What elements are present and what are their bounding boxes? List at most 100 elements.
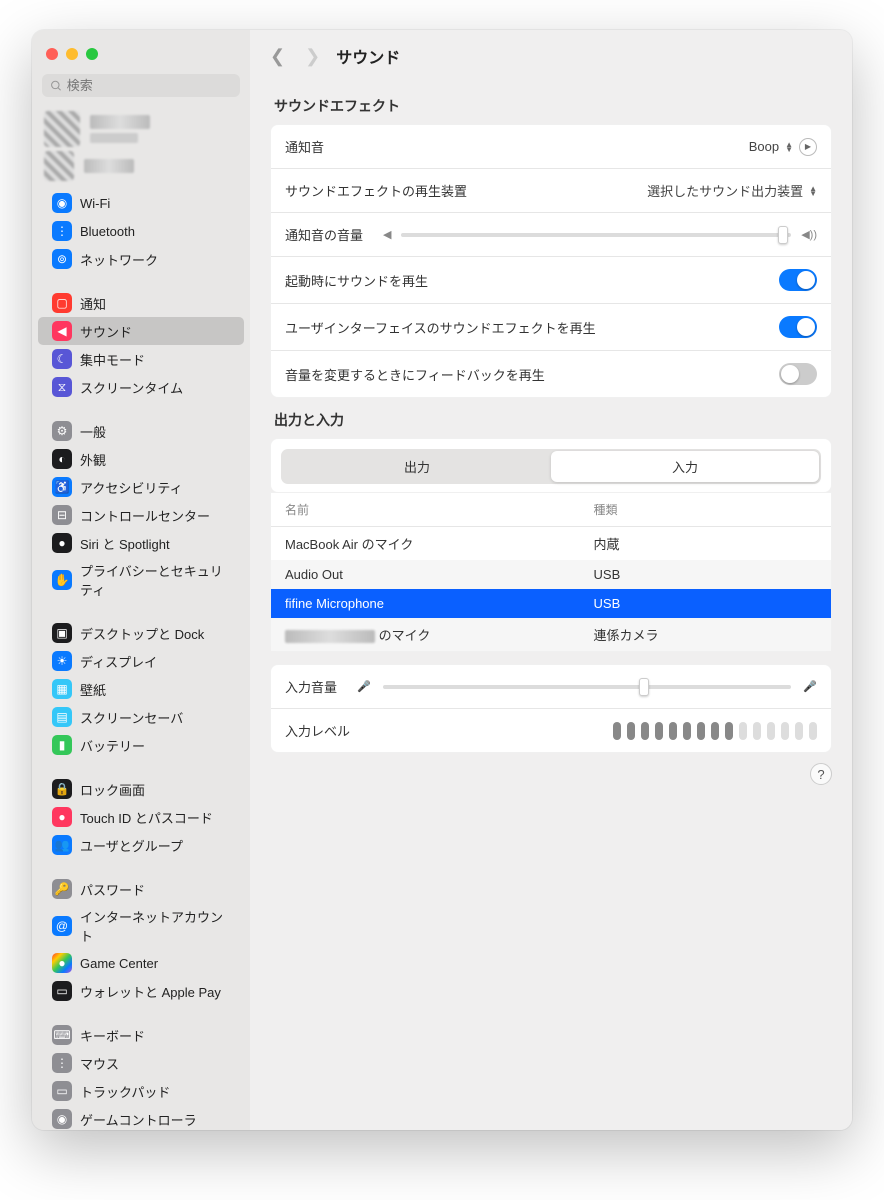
sidebar-item-sound[interactable]: ◀サウンド (38, 317, 244, 345)
sidebar-item-appear[interactable]: ◐外観 (38, 445, 244, 473)
level-bar (711, 722, 719, 740)
search-field[interactable] (42, 74, 240, 97)
wifi-icon: ◉ (52, 193, 72, 213)
tab-input[interactable]: 入力 (551, 451, 819, 482)
account-row-2[interactable] (32, 151, 250, 185)
effect-device-value[interactable]: 選択したサウンド出力装置 (647, 181, 803, 200)
cc-icon: ⊟ (52, 505, 72, 525)
sidebar-item-label: パスワード (80, 880, 145, 899)
input-controls-panel: 入力音量 🎤 🎤 入力レベル (270, 664, 832, 753)
sidebar-item-siri[interactable]: ●Siri と Spotlight (38, 529, 244, 557)
sidebar-item-label: ウォレットと Apple Pay (80, 982, 221, 1001)
mouse-icon: ⋮ (52, 1053, 72, 1073)
sidebar-item-label: Bluetooth (80, 224, 135, 239)
zoom-button[interactable] (86, 48, 98, 60)
lock-icon: 🔒 (52, 779, 72, 799)
account-row[interactable] (32, 107, 250, 151)
io-segmented-control: 出力 入力 (281, 449, 821, 484)
stepper-icon[interactable]: ▲▼ (809, 186, 817, 196)
sidebar-item-label: サウンド (80, 322, 132, 341)
sidebar-item-mouse[interactable]: ⋮マウス (38, 1049, 244, 1077)
volume-feedback-toggle[interactable] (779, 363, 817, 385)
sidebar-item-label: インターネットアカウント (80, 907, 230, 945)
back-button[interactable]: ❮ (270, 46, 285, 67)
sidebar-item-label: デスクトップと Dock (80, 624, 204, 643)
alert-sound-label: 通知音 (285, 137, 324, 156)
close-button[interactable] (46, 48, 58, 60)
input-volume-slider[interactable]: 🎤 🎤 (357, 680, 817, 693)
sidebar-item-lock[interactable]: 🔒ロック画面 (38, 775, 244, 803)
sidebar-item-touch[interactable]: ●Touch ID とパスコード (38, 803, 244, 831)
tab-output[interactable]: 出力 (283, 451, 551, 482)
sound-effects-panel: 通知音 Boop ▲▼ ▶ サウンドエフェクトの再生装置 選択したサウンド出力装… (270, 124, 832, 398)
kb-icon: ⌨ (52, 1025, 72, 1045)
sidebar-item-focus[interactable]: ☾集中モード (38, 345, 244, 373)
sidebar-item-net[interactable]: ⊚ネットワーク (38, 245, 244, 273)
wall-icon: ▦ (52, 679, 72, 699)
level-bar (753, 722, 761, 740)
level-bar (767, 722, 775, 740)
sidebar-item-game[interactable]: ◉ゲームコントローラ (38, 1105, 244, 1130)
sidebar-item-disp[interactable]: ☀ディスプレイ (38, 647, 244, 675)
forward-button[interactable]: ❯ (305, 46, 320, 67)
device-type: 連係カメラ (594, 625, 817, 644)
sidebar-item-cc[interactable]: ⊟コントロールセンター (38, 501, 244, 529)
sidebar-item-gc[interactable]: ●Game Center (38, 949, 244, 977)
startup-sound-toggle[interactable] (779, 269, 817, 291)
sidebar-item-users[interactable]: 👥ユーザとグループ (38, 831, 244, 859)
priv-icon: ✋ (52, 570, 72, 590)
sidebar-item-acc[interactable]: ♿アクセシビリティ (38, 473, 244, 501)
sidebar-item-priv[interactable]: ✋プライバシーとセキュリティ (38, 557, 244, 603)
sidebar-item-key[interactable]: 🔑パスワード (38, 875, 244, 903)
mic-low-icon: 🎤 (357, 680, 373, 693)
device-row[interactable]: Audio OutUSB (271, 560, 831, 589)
main-pane: ❮ ❯ サウンド サウンドエフェクト 通知音 Boop ▲▼ ▶ サウンドエフェ… (250, 30, 852, 1130)
sidebar-item-label: Touch ID とパスコード (80, 808, 213, 827)
sidebar-item-label: トラックパッド (80, 1082, 170, 1101)
sidebar-item-bell[interactable]: ▢通知 (38, 289, 244, 317)
sidebar-item-bt[interactable]: ⋮Bluetooth (38, 217, 244, 245)
level-bar (641, 722, 649, 740)
ui-sound-toggle[interactable] (779, 316, 817, 338)
sidebar-item-wall[interactable]: ▦ 壁紙 (38, 675, 244, 703)
level-bar (809, 722, 817, 740)
bat-icon: ▮ (52, 735, 72, 755)
search-input[interactable] (67, 78, 232, 93)
sidebar-item-gear[interactable]: ⚙ 一般 (38, 417, 244, 445)
sidebar-item-label: ユーザとグループ (80, 836, 183, 855)
sidebar-item-tp[interactable]: ▭ トラックパッド (38, 1077, 244, 1105)
sidebar-item-wifi[interactable]: ◉Wi-Fi (38, 189, 244, 217)
sidebar-item-dock[interactable]: ▣デスクトップと Dock (38, 619, 244, 647)
device-row[interactable]: MacBook Air のマイク内蔵 (271, 527, 831, 560)
play-button[interactable]: ▶ (799, 138, 817, 156)
level-bar (613, 722, 621, 740)
minimize-button[interactable] (66, 48, 78, 60)
sidebar-item-label: 壁紙 (80, 680, 106, 699)
volume-high-icon: ◀)) (801, 228, 817, 241)
sidebar-item-wallet[interactable]: ▭ウォレットと Apple Pay (38, 977, 244, 1005)
gear-icon: ⚙ (52, 421, 72, 441)
sidebar-item-kb[interactable]: ⌨ キーボード (38, 1021, 244, 1049)
tp-icon: ▭ (52, 1081, 72, 1101)
alert-sound-value[interactable]: Boop (749, 139, 779, 154)
device-row[interactable]: のマイク連係カメラ (271, 618, 831, 651)
gc-icon: ● (52, 953, 72, 973)
sidebar-item-ss[interactable]: ▤スクリーンセーバ (38, 703, 244, 731)
sidebar-item-label: 一般 (80, 422, 106, 441)
appear-icon: ◐ (52, 449, 72, 469)
level-bar (697, 722, 705, 740)
alert-volume-slider[interactable]: ◀ ◀)) (383, 228, 817, 241)
header: ❮ ❯ サウンド (250, 30, 852, 78)
level-bar (627, 722, 635, 740)
sidebar-item-label: キーボード (80, 1026, 145, 1045)
device-row[interactable]: fifine MicrophoneUSB (271, 589, 831, 618)
focus-icon: ☾ (52, 349, 72, 369)
level-bar (725, 722, 733, 740)
sidebar-item-time[interactable]: ⧖スクリーンタイム (38, 373, 244, 401)
stepper-icon[interactable]: ▲▼ (785, 142, 793, 152)
sidebar-item-label: ネットワーク (80, 250, 158, 269)
sidebar-item-at[interactable]: @インターネットアカウント (38, 903, 244, 949)
sidebar-item-bat[interactable]: ▮バッテリー (38, 731, 244, 759)
help-button[interactable]: ? (810, 763, 832, 785)
sidebar-item-label: スクリーンタイム (80, 378, 183, 397)
